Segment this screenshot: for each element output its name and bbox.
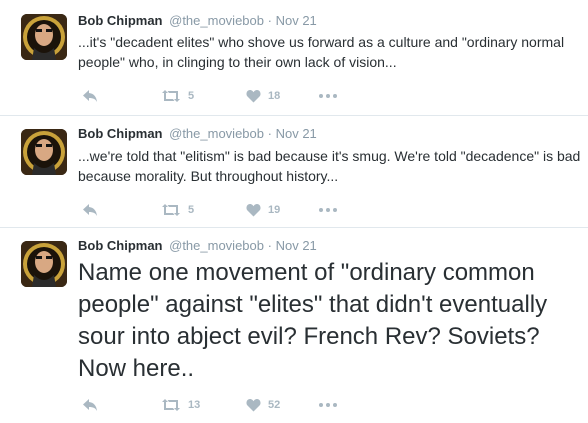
tweet[interactable]: Bob Chipman @the_moviebob · Nov 21 ...it… xyxy=(0,0,588,109)
tweet-text: Name one movement of "ordinary common pe… xyxy=(78,259,548,382)
retweet-icon xyxy=(162,399,180,411)
tweet-time[interactable]: Nov 21 xyxy=(276,126,317,141)
avatar-image xyxy=(21,129,67,175)
tweet-actions: 5 18 xyxy=(82,88,362,104)
retweet-icon xyxy=(162,90,180,102)
like-count: 52 xyxy=(268,399,281,411)
like-count: 18 xyxy=(268,90,281,102)
tweet-text: ...we're told that "elitism" is bad beca… xyxy=(78,148,581,184)
more-button[interactable] xyxy=(319,88,337,104)
retweet-button[interactable]: 5 xyxy=(161,202,194,218)
tweet-time[interactable]: Nov 21 xyxy=(276,238,317,253)
display-name[interactable]: Bob Chipman xyxy=(78,126,163,141)
user-handle[interactable]: @the_moviebob xyxy=(169,13,264,28)
retweet-count: 5 xyxy=(188,204,195,216)
like-button[interactable]: 52 xyxy=(246,397,280,413)
like-count: 19 xyxy=(268,204,281,216)
avatar-image xyxy=(21,241,67,287)
separator-dot: · xyxy=(267,126,272,141)
display-name[interactable]: Bob Chipman xyxy=(78,238,163,253)
avatar[interactable] xyxy=(21,14,67,60)
reply-button[interactable] xyxy=(82,397,98,413)
like-button[interactable]: 18 xyxy=(246,88,280,104)
heart-icon xyxy=(246,90,261,103)
tweet[interactable]: Bob Chipman @the_moviebob · Nov 21 ...we… xyxy=(0,116,588,226)
retweet-count: 5 xyxy=(188,90,195,102)
more-button[interactable] xyxy=(319,202,337,218)
retweet-icon xyxy=(162,204,180,216)
avatar[interactable] xyxy=(21,241,67,287)
separator-dot: · xyxy=(267,238,272,253)
retweet-count: 13 xyxy=(188,399,201,411)
retweet-button[interactable]: 13 xyxy=(161,397,200,413)
like-button[interactable]: 19 xyxy=(246,202,280,218)
tweet-actions: 5 19 xyxy=(82,202,362,218)
tweet-actions: 13 52 xyxy=(82,397,362,413)
avatar[interactable] xyxy=(21,129,67,175)
heart-icon xyxy=(246,399,261,412)
reply-icon xyxy=(83,399,97,411)
user-handle[interactable]: @the_moviebob xyxy=(169,126,264,141)
avatar-image xyxy=(21,14,67,60)
reply-icon xyxy=(83,90,97,102)
separator-dot: · xyxy=(267,13,272,28)
tweet-time[interactable]: Nov 21 xyxy=(276,13,317,28)
more-icon xyxy=(319,403,337,407)
tweet-text: ...it's "decadent elites" who shove us f… xyxy=(78,34,565,70)
retweet-button[interactable]: 5 xyxy=(161,88,194,104)
reply-button[interactable] xyxy=(82,88,98,104)
display-name[interactable]: Bob Chipman xyxy=(78,13,163,28)
user-handle[interactable]: @the_moviebob xyxy=(169,238,264,253)
reply-icon xyxy=(83,204,97,216)
reply-button[interactable] xyxy=(82,202,98,218)
more-icon xyxy=(319,208,337,212)
more-button[interactable] xyxy=(319,397,337,413)
heart-icon xyxy=(246,204,261,217)
more-icon xyxy=(319,94,337,98)
tweet[interactable]: Bob Chipman @the_moviebob · Nov 21 Name … xyxy=(0,228,588,423)
